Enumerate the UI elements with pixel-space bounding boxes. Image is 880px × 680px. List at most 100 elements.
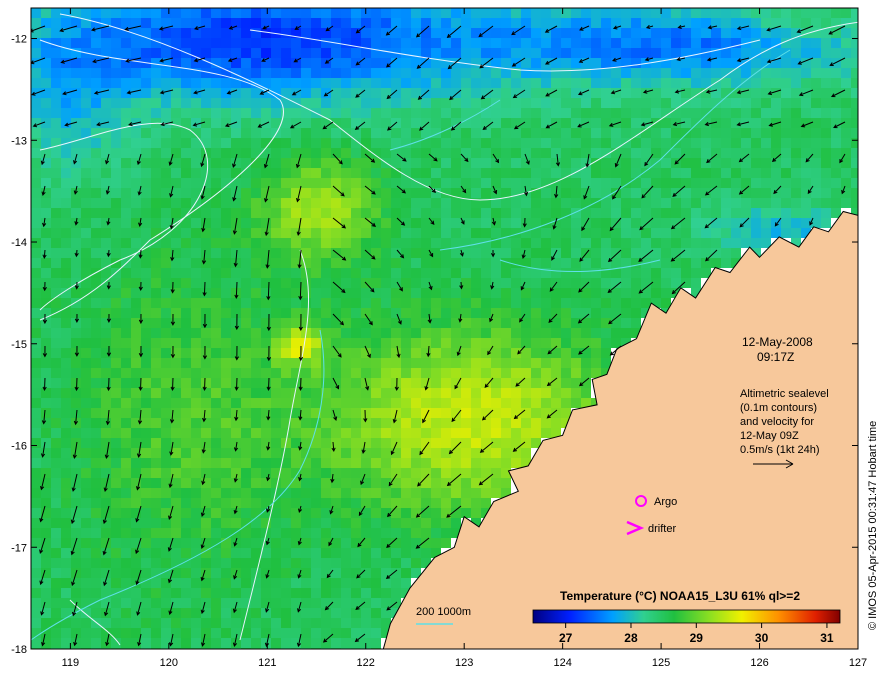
sst-cell	[341, 528, 351, 538]
sst-cell	[521, 298, 531, 308]
sst-cell	[461, 8, 471, 18]
sst-cell	[291, 168, 301, 178]
sst-cell	[261, 278, 271, 288]
sst-cell	[251, 428, 261, 438]
sst-cell	[281, 318, 291, 328]
sst-cell	[221, 538, 231, 548]
sst-cell	[351, 98, 361, 108]
sst-cell	[101, 288, 111, 298]
sst-cell	[321, 298, 331, 308]
sst-cell	[51, 188, 61, 198]
sst-cell	[131, 318, 141, 328]
sst-cell	[81, 598, 91, 608]
colorbar	[532, 609, 841, 624]
sst-cell	[401, 238, 411, 248]
sst-cell	[691, 28, 701, 38]
sst-cell	[261, 258, 271, 268]
sst-cell	[121, 178, 131, 188]
sst-cell	[81, 248, 91, 258]
sst-cell	[351, 358, 361, 368]
sst-cell	[161, 398, 171, 408]
sst-cell	[321, 578, 331, 588]
sst-cell	[611, 208, 621, 218]
sst-cell	[541, 328, 551, 338]
sst-cell	[251, 468, 261, 478]
sst-cell	[721, 148, 731, 158]
sst-cell	[451, 398, 461, 408]
sst-cell	[231, 458, 241, 468]
sst-cell	[241, 638, 251, 648]
sst-cell	[401, 388, 411, 398]
sst-cell	[521, 158, 531, 168]
sst-cell	[131, 388, 141, 398]
sst-cell	[801, 138, 811, 148]
sst-cell	[381, 208, 391, 218]
sst-cell	[811, 88, 821, 98]
sst-cell	[211, 218, 221, 228]
sst-cell	[351, 498, 361, 508]
sst-cell	[211, 548, 221, 558]
sst-cell	[821, 118, 831, 128]
sst-cell	[421, 498, 431, 508]
sst-cell	[321, 248, 331, 258]
sst-cell	[581, 388, 591, 398]
sst-cell	[441, 498, 451, 508]
sst-cell	[311, 168, 321, 178]
sst-cell	[621, 68, 631, 78]
sst-cell	[121, 418, 131, 428]
sst-cell	[141, 108, 151, 118]
sst-cell	[571, 338, 581, 348]
sst-cell	[161, 288, 171, 298]
sst-cell	[281, 398, 291, 408]
sst-cell	[821, 218, 831, 228]
sst-cell	[221, 318, 231, 328]
sst-cell	[251, 308, 261, 318]
sst-cell	[401, 28, 411, 38]
sst-cell	[571, 378, 581, 388]
sst-cell	[141, 278, 151, 288]
sst-cell	[361, 438, 371, 448]
sst-cell	[471, 478, 481, 488]
sst-cell	[81, 258, 91, 268]
sst-cell	[221, 108, 231, 118]
sst-cell	[151, 628, 161, 638]
sst-cell	[301, 78, 311, 88]
sst-cell	[401, 498, 411, 508]
sst-cell	[61, 18, 71, 28]
sst-cell	[261, 238, 271, 248]
sst-cell	[201, 368, 211, 378]
sst-cell	[31, 368, 41, 378]
sst-cell	[231, 608, 241, 618]
sst-cell	[101, 498, 111, 508]
sst-cell	[541, 38, 551, 48]
sst-cell	[181, 138, 191, 148]
sst-cell	[701, 238, 711, 248]
sst-cell	[311, 18, 321, 28]
sst-cell	[611, 78, 621, 88]
sst-cell	[261, 488, 271, 498]
sst-cell	[471, 348, 481, 358]
sst-cell	[341, 328, 351, 338]
sst-cell	[671, 128, 681, 138]
sst-cell	[721, 218, 731, 228]
sst-cell	[131, 398, 141, 408]
sst-cell	[371, 378, 381, 388]
sst-cell	[61, 538, 71, 548]
sst-cell	[641, 108, 651, 118]
sst-cell	[171, 478, 181, 488]
sst-cell	[221, 38, 231, 48]
sst-cell	[181, 438, 191, 448]
sst-cell	[541, 18, 551, 28]
sst-cell	[391, 138, 401, 148]
sst-cell	[31, 18, 41, 28]
sst-cell	[421, 428, 431, 438]
sst-cell	[121, 208, 131, 218]
sst-cell	[261, 428, 271, 438]
sst-cell	[531, 18, 541, 28]
sst-cell	[371, 598, 381, 608]
sst-cell	[211, 318, 221, 328]
sst-cell	[481, 178, 491, 188]
sst-cell	[531, 178, 541, 188]
sst-cell	[311, 148, 321, 158]
sst-cell	[721, 158, 731, 168]
